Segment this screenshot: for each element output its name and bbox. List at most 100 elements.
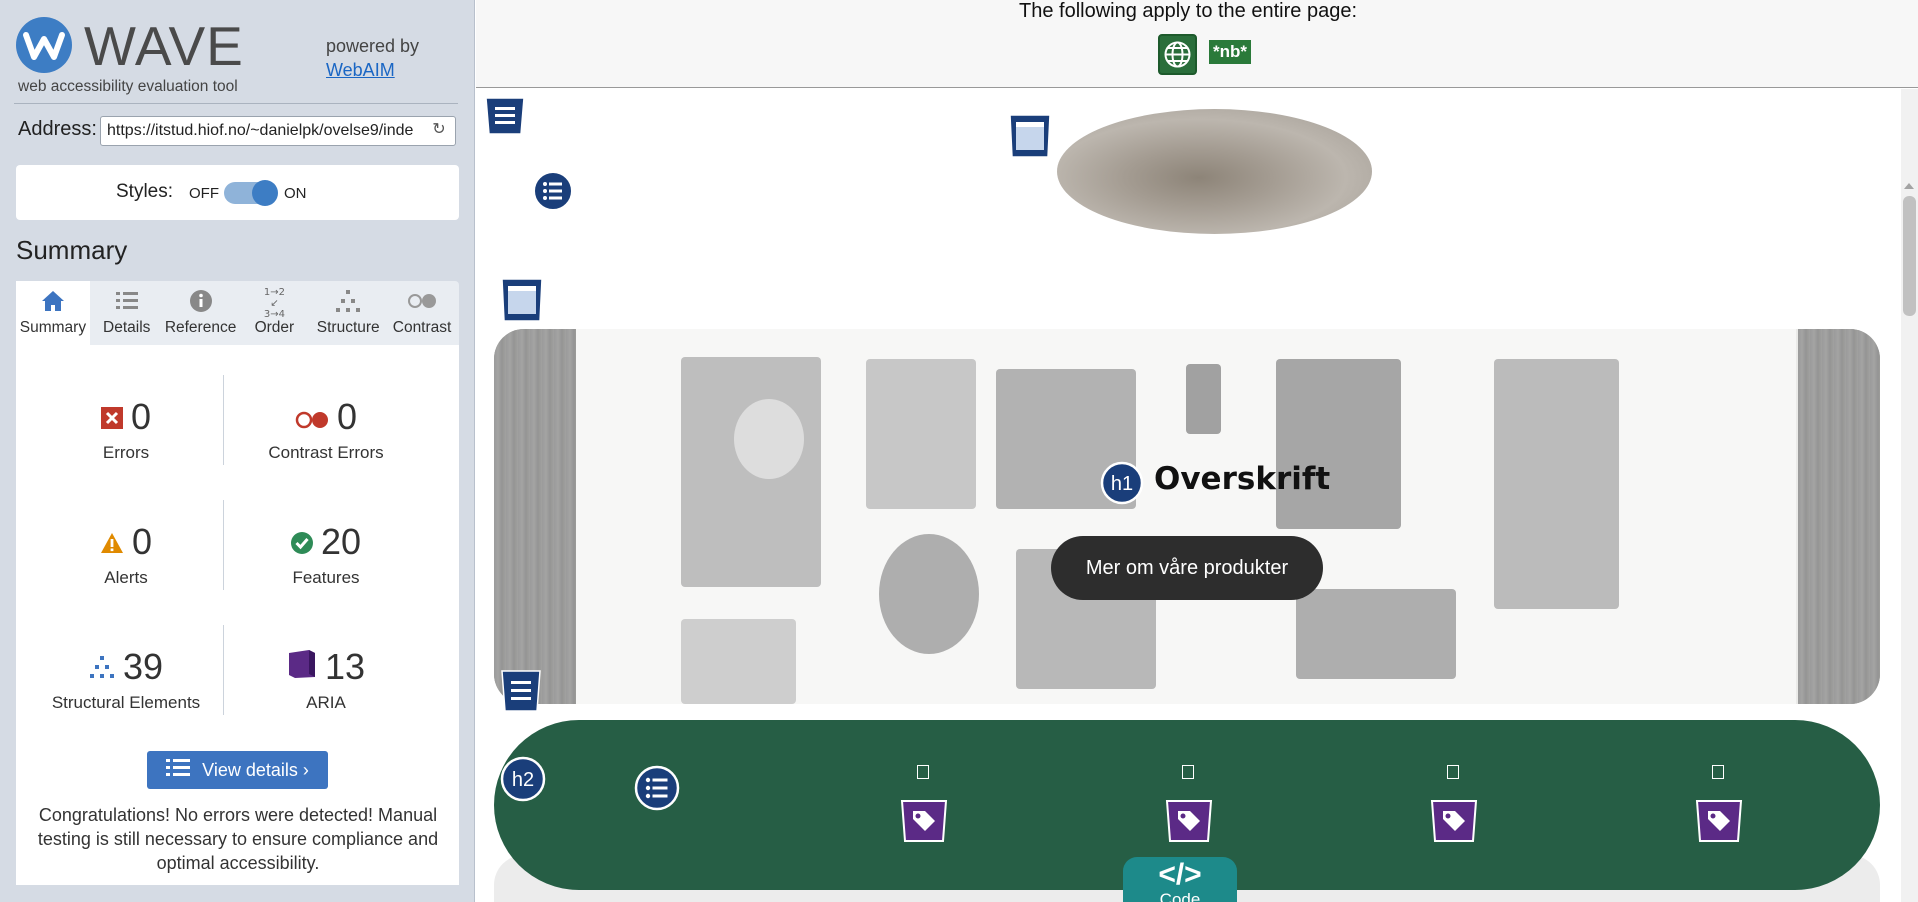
code-toggle-button[interactable]: </> Code [1123,857,1237,902]
webaim-link[interactable]: WebAIM [326,60,395,80]
view-details-button[interactable]: View details › [147,751,328,789]
alerts-count: 0 [131,521,153,562]
tab-reference[interactable]: Reference [164,281,238,345]
alerts-stat: 0 Alerts [26,520,226,588]
tab-label: Summary [19,319,87,336]
tab-label: Structure [316,319,380,336]
h1-heading-icon[interactable]: h1 [1100,461,1144,510]
page-heading-h1: Overskrift [1154,461,1331,497]
list-icon [166,758,191,783]
tab-contrast[interactable]: Contrast [385,281,459,345]
summary-panel: 0 Errors 0 Contrast Errors 0 Alerts 20 F… [16,345,459,885]
features-stat: 20 Features [226,520,426,588]
aria-count: 13 [324,646,366,687]
aria-label-icon[interactable] [1694,797,1744,850]
globe-icon[interactable] [1158,34,1197,75]
tab-label: Contrast [392,319,452,336]
errors-stat: 0 Errors [26,395,226,463]
errors-count: 0 [130,396,152,437]
features-label: Features [292,568,360,587]
scrollbar-thumb[interactable] [1903,196,1916,316]
tab-summary[interactable]: Summary [16,281,90,345]
missing-glyph [1712,765,1724,779]
hero-section: h1 Overskrift Mer om våre produkter [494,329,1880,704]
list-feature-icon[interactable] [532,170,574,217]
summary-heading: Summary [16,235,128,265]
nav-region-icon[interactable] [499,667,543,720]
aria-label-icon[interactable] [1164,797,1214,850]
tab-structure[interactable]: Structure [311,281,385,345]
list-feature-icon[interactable] [633,764,681,817]
h2-heading-icon[interactable]: h2 [499,755,547,808]
home-icon [41,290,65,317]
aria-label-icon[interactable] [899,797,949,850]
structure-icon [335,289,361,318]
products-button[interactable]: Mer om våre produkter [1051,536,1323,600]
wave-logo-icon [16,17,72,73]
alerts-label: Alerts [104,568,148,587]
wave-app: WAVE web accessibility evaluation tool p… [0,0,1918,902]
wave-sidebar: WAVE web accessibility evaluation tool p… [0,0,475,902]
tab-details[interactable]: Details [90,281,164,345]
tab-label: Order [254,319,295,336]
page-level-bar: The following apply to the entire page: … [476,0,1918,88]
page-preview: The following apply to the entire page: … [476,0,1918,902]
aria-icon [287,645,317,689]
styles-panel: Styles: OFF ON [16,165,459,220]
language-badge[interactable]: *nb* [1209,40,1251,64]
contrast-errors-stat: 0 Contrast Errors [226,395,426,463]
address-input[interactable]: https://itstud.hiof.no/~danielpk/ovelse9… [100,116,456,146]
page-level-text: The following apply to the entire page: [1019,0,1357,22]
structure-icon [89,645,115,689]
h1-badge-text: h1 [1111,473,1133,495]
app-subtitle: web accessibility evaluation tool [18,78,238,95]
refresh-icon[interactable]: ↻ [430,121,448,139]
scroll-up-icon[interactable] [1904,183,1914,189]
tab-label: Reference [164,319,237,336]
aria-label: ARIA [306,693,346,712]
contrast-errors-count: 0 [336,396,358,437]
toggle-knob [252,180,278,206]
hero-overlay [494,329,1880,704]
address-label: Address: [18,118,97,140]
styles-label: Styles: [116,181,174,202]
divider [223,625,224,715]
main-region-icon[interactable] [499,276,545,329]
styles-on-label: ON [284,185,307,202]
divider [223,375,224,465]
tab-label: Details [103,319,151,336]
feature-check-icon [290,520,313,564]
code-label: Code [1159,890,1201,902]
contrast-icon [407,293,437,314]
image-region-icon[interactable] [1007,112,1053,165]
alert-icon [100,520,124,564]
structural-stat: 39 Structural Elements [26,645,226,713]
tab-order[interactable]: 1→2 ↙ 3→4 Order [237,281,311,345]
errors-label: Errors [102,443,150,462]
features-count: 20 [320,521,362,562]
missing-glyph [917,765,929,779]
contrast-errors-label: Contrast Errors [268,443,384,462]
structural-label: Structural Elements [51,693,201,712]
aria-label-icon[interactable] [1429,797,1479,850]
list-icon [115,290,139,317]
scrollbar[interactable] [1901,89,1918,902]
contrast-error-icon [295,395,329,439]
powered-by-text: powered by [326,36,420,56]
code-icon: </> [1158,858,1202,891]
header-region-icon[interactable] [483,94,527,143]
error-icon [100,395,123,439]
info-icon [189,289,213,318]
app-title: WAVE [84,15,244,77]
aria-stat: 13 ARIA [226,645,426,713]
powered-by: powered by WebAIM [326,34,419,82]
sidebar-tabs: Summary Details Reference 1→2 ↙ 3→4 Order … [16,281,459,345]
divider [223,500,224,590]
styles-off-label: OFF [189,185,219,202]
missing-glyph [1447,765,1459,779]
structural-count: 39 [122,646,164,687]
view-details-label: View details › [202,759,309,780]
divider [14,103,458,104]
h2-badge-text: h2 [512,769,534,791]
styles-toggle[interactable] [224,180,278,206]
